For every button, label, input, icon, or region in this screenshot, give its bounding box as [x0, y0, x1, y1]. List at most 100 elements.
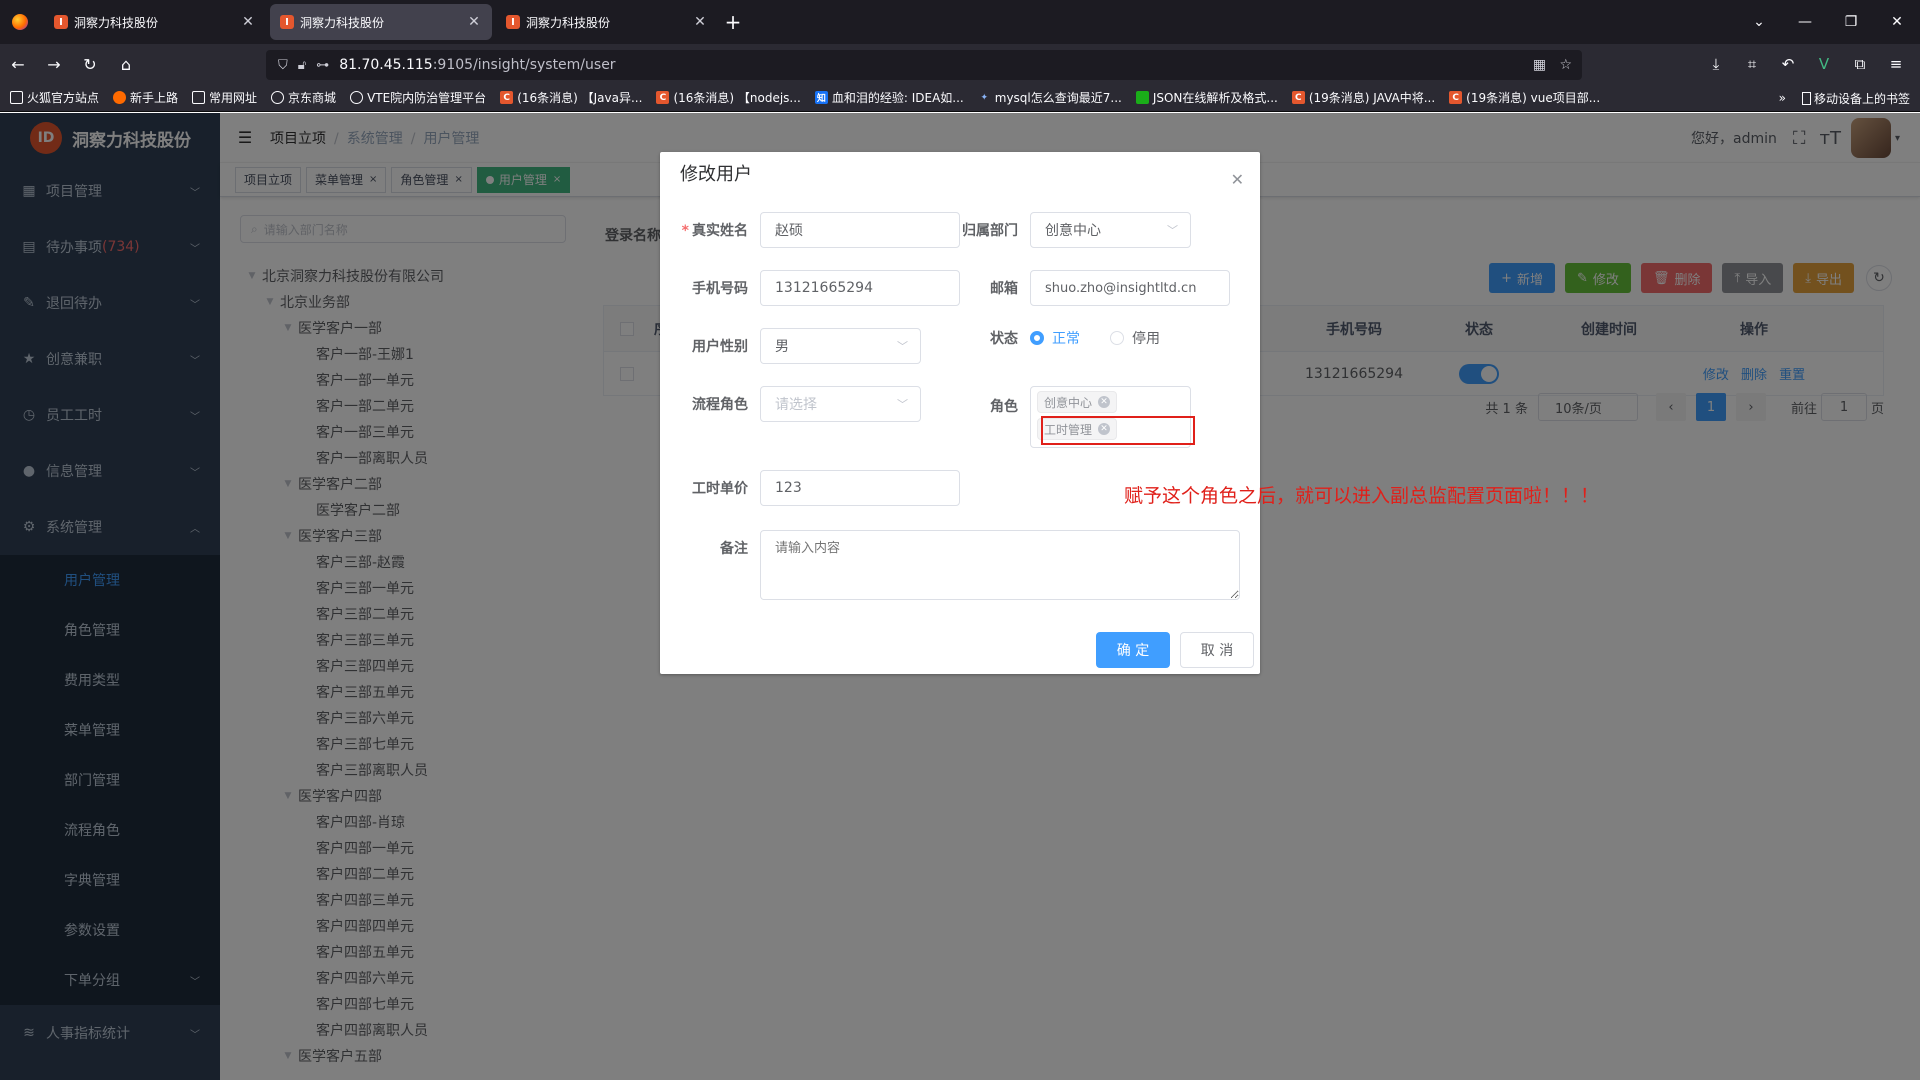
- dept-select[interactable]: 创意中心 ﹀: [1030, 212, 1191, 248]
- edit-user-dialog: 修改用户 ✕ * 真实姓名 赵硕 归属部门 创意中心 ﹀ 手机号码 13121665…: [660, 152, 1260, 674]
- remark-row: 备注: [660, 530, 1240, 600]
- new-tab-button[interactable]: +: [718, 10, 748, 34]
- bookmark-item[interactable]: JSON在线解析及格式...: [1135, 89, 1278, 106]
- site-favicon-icon: I: [506, 15, 520, 29]
- folder-icon: [192, 91, 206, 104]
- url-host: 81.70.45.115: [339, 57, 433, 73]
- bookmark-item[interactable]: C (16条消息) 【Java异...: [500, 89, 642, 106]
- lock-icon[interactable]: 🔓︎: [298, 58, 306, 73]
- restore-icon[interactable]: ❐: [1828, 14, 1874, 30]
- close-window-icon[interactable]: ✕: [1874, 14, 1920, 30]
- bookmark-item[interactable]: VTE院内防治管理平台: [350, 89, 486, 106]
- dept-label: 归属部门: [962, 223, 1018, 239]
- browser-tab-2[interactable]: I 洞察力科技股份 ✕: [270, 4, 492, 40]
- status-normal-radio[interactable]: 正常: [1030, 328, 1080, 348]
- annotation-highlight-box: [1041, 416, 1195, 445]
- chevron-down-icon: ﹀: [897, 398, 908, 411]
- browser-tab-1[interactable]: I 洞察力科技股份 ✕: [44, 4, 266, 40]
- bookmark-item[interactable]: 常用网址: [192, 89, 257, 106]
- mobile-bookmarks[interactable]: 移动设备上的书签: [1814, 90, 1910, 107]
- tab-title: 洞察力科技股份: [74, 15, 159, 30]
- undo-icon[interactable]: ↶: [1770, 55, 1806, 73]
- radio-unchecked-icon: [1110, 331, 1124, 345]
- cancel-button[interactable]: 取 消: [1180, 632, 1254, 668]
- minimize-icon[interactable]: —: [1782, 14, 1828, 30]
- name-input[interactable]: 赵硕: [760, 212, 960, 248]
- navigation-toolbar: ← → ↻ ⌂ ⛉ 🔓︎ ⊶ 81.70.45.115:9105/insight…: [0, 44, 1920, 84]
- bookmark-item[interactable]: 火狐官方站点: [10, 89, 99, 106]
- url-bar[interactable]: ⛉ 🔓︎ ⊶ 81.70.45.115:9105/insight/system/…: [266, 50, 1582, 80]
- status-label: 状态: [990, 331, 1018, 347]
- gender-select[interactable]: 男 ﹀: [760, 328, 921, 364]
- rate-input[interactable]: 123: [760, 470, 960, 506]
- email-label: 邮箱: [990, 281, 1018, 297]
- confirm-button[interactable]: 确 定: [1096, 632, 1170, 668]
- bookmark-item[interactable]: 新手上路: [113, 89, 178, 106]
- menu-icon[interactable]: ≡: [1878, 55, 1914, 73]
- flow-role-row: 流程角色 请选择 ﹀: [660, 386, 921, 422]
- remark-textarea[interactable]: [760, 530, 1240, 600]
- email-input[interactable]: shuo.zho@insightltd.cn: [1030, 270, 1230, 306]
- globe-icon: [271, 91, 285, 104]
- gender-label: 用户性别: [692, 339, 748, 355]
- name-label: * 真实姓名: [681, 223, 748, 239]
- bookmarks-toolbar: 火狐官方站点 新手上路 常用网址 京东商城 VTE院内防治管理平台 C (16条消…: [0, 84, 1920, 112]
- extensions-icon[interactable]: ⧉: [1842, 55, 1878, 73]
- json-icon: [1135, 91, 1149, 104]
- flow-role-select[interactable]: 请选择 ﹀: [760, 386, 921, 422]
- tab-list-icon[interactable]: ⌄: [1736, 14, 1782, 30]
- tab-close-icon[interactable]: ✕: [466, 14, 482, 30]
- csdn-icon: C: [1449, 91, 1463, 104]
- status-disabled-radio[interactable]: 停用: [1110, 328, 1160, 348]
- ai-icon: ✦: [980, 92, 989, 103]
- bookmark-item[interactable]: ✦ mysql怎么查询最近7...: [978, 89, 1121, 106]
- chevron-down-icon: ﹀: [1167, 224, 1178, 237]
- chevron-down-icon: ﹀: [897, 340, 908, 353]
- close-icon[interactable]: ✕: [1231, 170, 1244, 189]
- tag-close-icon[interactable]: ✕: [1098, 396, 1111, 408]
- status-row: 状态 正常 停用: [940, 328, 1190, 348]
- qr-and-star-icons[interactable]: ▦ ☆: [1533, 57, 1572, 73]
- vue-devtools-icon[interactable]: V: [1806, 55, 1842, 73]
- firefox-menu-icon[interactable]: [0, 0, 40, 44]
- annotation-text: 赋予这个角色之后，就可以进入副总监配置页面啦！！！: [1124, 485, 1600, 507]
- site-favicon-icon: I: [280, 15, 294, 29]
- permissions-icon[interactable]: ⊶: [316, 58, 329, 73]
- dialog-title: 修改用户: [680, 164, 752, 185]
- tab-close-icon[interactable]: ✕: [692, 14, 708, 30]
- mobile-icon: [1801, 91, 1811, 105]
- home-icon[interactable]: ⌂: [108, 55, 144, 74]
- bookmark-item[interactable]: C (16条消息) 【nodejs...: [656, 89, 801, 106]
- email-row: 邮箱 shuo.zho@insightltd.cn: [940, 270, 1230, 306]
- site-favicon-icon: I: [54, 15, 68, 29]
- bookmark-item[interactable]: 知血和泪的经验: IDEA如...: [814, 89, 964, 106]
- gender-row: 用户性别 男 ﹀: [660, 328, 921, 364]
- bookmark-item[interactable]: C (19条消息) vue项目部...: [1449, 89, 1600, 106]
- csdn-icon: C: [500, 91, 514, 104]
- forward-icon[interactable]: →: [36, 55, 72, 74]
- back-icon[interactable]: ←: [0, 55, 36, 74]
- more-bookmarks-icon[interactable]: »: [1779, 91, 1786, 105]
- browser-tab-3[interactable]: I 洞察力科技股份 ✕: [496, 4, 718, 40]
- crop-icon[interactable]: ⌗: [1734, 55, 1770, 73]
- tab-title: 洞察力科技股份: [300, 15, 385, 30]
- reload-icon[interactable]: ↻: [72, 55, 108, 74]
- globe-icon: [350, 91, 364, 104]
- download-icon[interactable]: ⤓: [1698, 55, 1734, 73]
- bookmark-item[interactable]: C (19条消息) JAVA中将...: [1291, 89, 1435, 106]
- radio-checked-icon: [1030, 331, 1044, 345]
- tab-close-icon[interactable]: ✕: [240, 14, 256, 30]
- url-path: :9105/insight/system/user: [432, 57, 616, 73]
- zhihu-icon: 知: [814, 91, 828, 104]
- csdn-icon: C: [1291, 91, 1305, 104]
- role-label: 角色: [990, 399, 1018, 415]
- firefox-icon: [113, 91, 127, 104]
- browser-tab-bar: I 洞察力科技股份 ✕ I 洞察力科技股份 ✕ I 洞察力科技股份 ✕ + ⌄ …: [0, 0, 1920, 44]
- rate-label: 工时单价: [692, 481, 748, 497]
- bookmark-item[interactable]: 京东商城: [271, 89, 336, 106]
- tab-title: 洞察力科技股份: [526, 15, 611, 30]
- phone-input[interactable]: 13121665294: [760, 270, 960, 306]
- shield-icon[interactable]: ⛉: [278, 58, 288, 73]
- name-row: * 真实姓名 赵硕: [660, 212, 960, 248]
- folder-icon: [10, 91, 23, 104]
